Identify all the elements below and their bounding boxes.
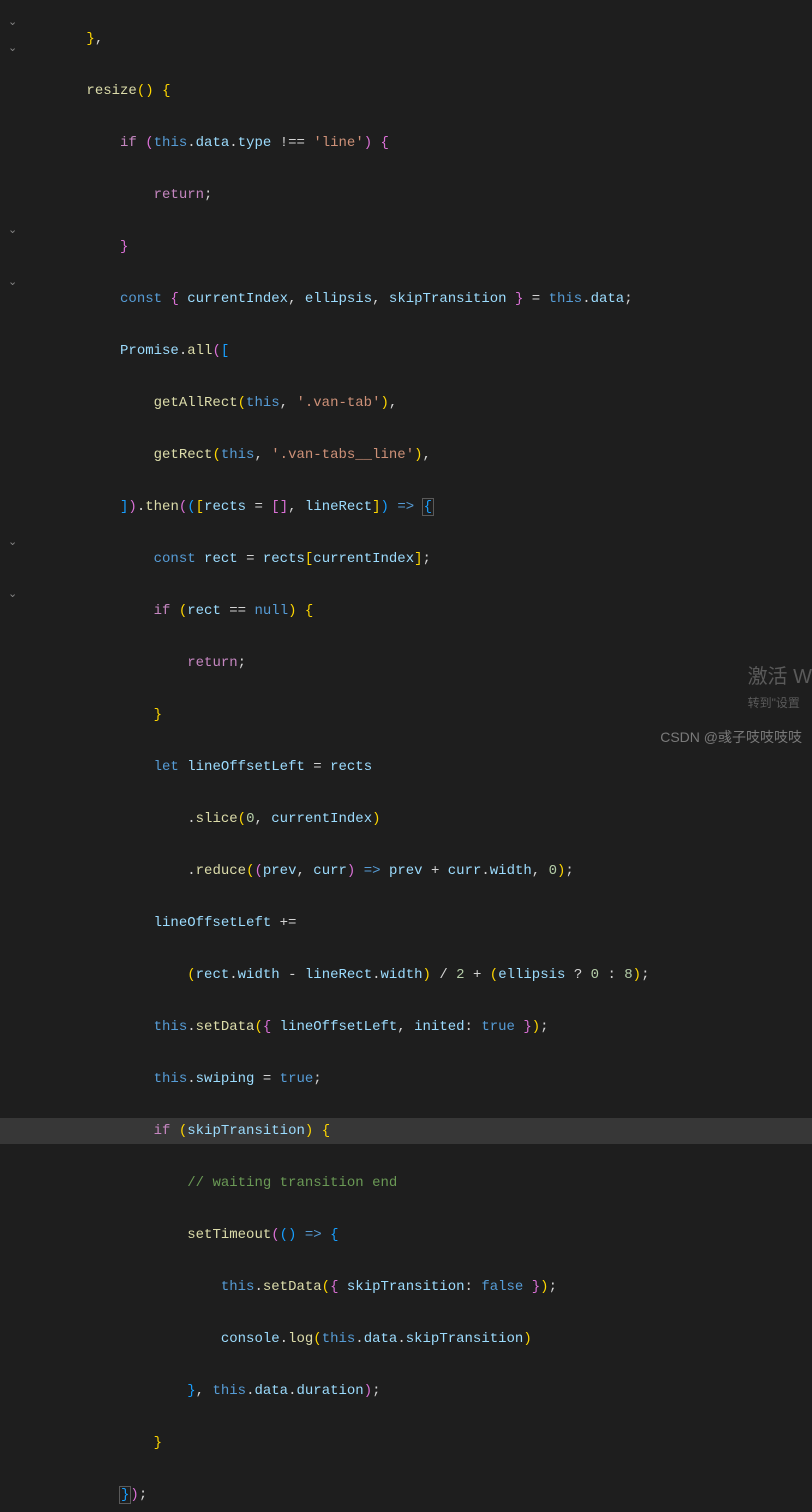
chevron-down-icon[interactable]: ⌄ — [8, 270, 17, 296]
chevron-down-icon[interactable]: ⌄ — [8, 582, 17, 608]
chevron-down-icon[interactable]: ⌄ — [8, 10, 17, 36]
code-editor[interactable]: ⌄ ⌄ ⌄ ⌄ ⌄ ⌄ }, resize() { if (this.data.… — [0, 0, 812, 756]
chevron-down-icon[interactable]: ⌄ — [8, 36, 17, 62]
chevron-down-icon[interactable]: ⌄ — [8, 530, 17, 556]
code-content[interactable]: }, resize() { if (this.data.type !== 'li… — [28, 0, 812, 756]
chevron-down-icon[interactable]: ⌄ — [8, 218, 17, 244]
editor-gutter: ⌄ ⌄ ⌄ ⌄ ⌄ ⌄ — [0, 0, 28, 756]
